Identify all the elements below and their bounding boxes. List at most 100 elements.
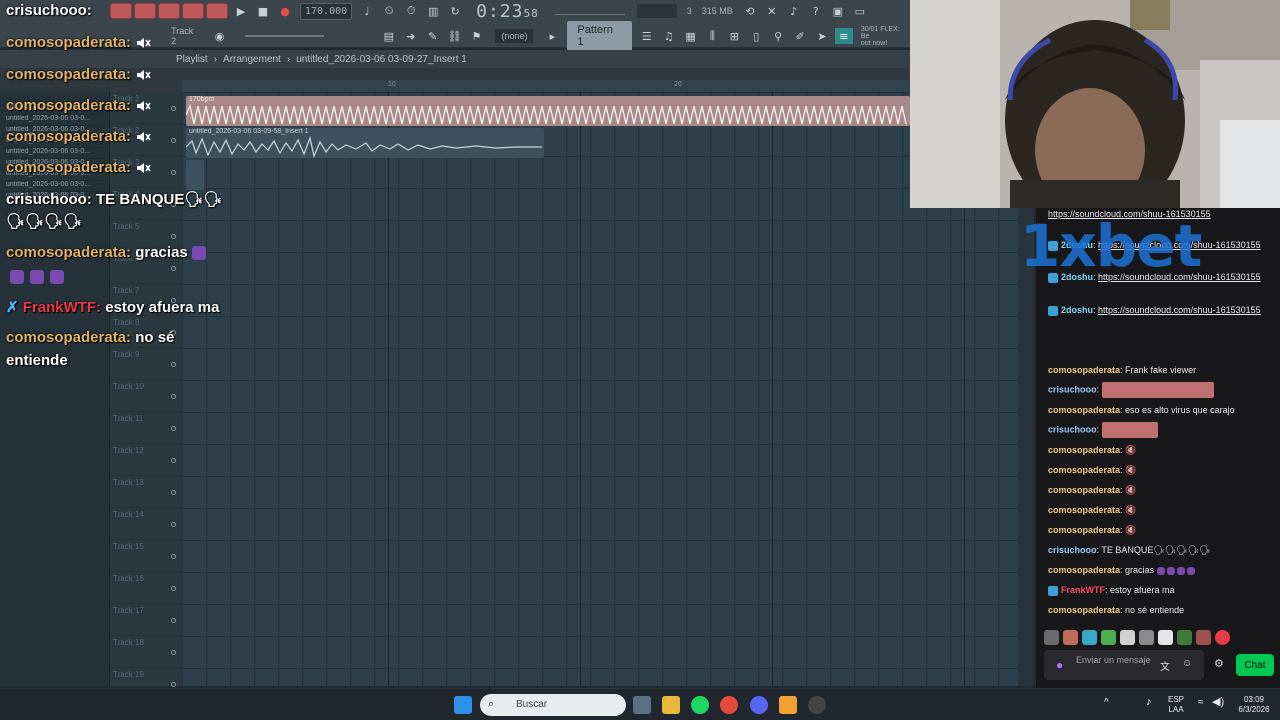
- mic-icon[interactable]: ●: [1056, 658, 1063, 672]
- track-mute-dot[interactable]: [171, 234, 176, 239]
- track-header[interactable]: Track 9: [110, 348, 182, 380]
- chat-link[interactable]: https://soundcloud.com/shuu-161530155: [1098, 305, 1261, 315]
- record-button[interactable]: ●: [276, 3, 294, 19]
- window-icon[interactable]: ▭: [851, 3, 869, 19]
- track-header[interactable]: Track 17: [110, 604, 182, 636]
- emote-image[interactable]: [1082, 630, 1097, 645]
- chat-username[interactable]: comosopaderata: [1048, 405, 1120, 415]
- pitch-slider[interactable]: [244, 35, 325, 37]
- tempo-field[interactable]: 170.000: [300, 2, 353, 20]
- track-mute-dot[interactable]: [171, 458, 176, 463]
- settings-app-icon[interactable]: [633, 696, 651, 714]
- chat-username[interactable]: 2doshu: [1061, 305, 1093, 315]
- spotify-icon[interactable]: [691, 696, 709, 714]
- undo-icon[interactable]: ⟲: [741, 3, 759, 19]
- snap-select[interactable]: (none): [495, 29, 534, 43]
- track-header[interactable]: Track 13: [110, 476, 182, 508]
- chat-username[interactable]: crisuchooo: [1048, 424, 1097, 434]
- track-mute-dot[interactable]: [171, 106, 176, 111]
- knob-icon[interactable]: ◉: [211, 28, 229, 44]
- obs-icon[interactable]: [808, 696, 826, 714]
- language-indicator[interactable]: ESP LAA: [1168, 695, 1184, 715]
- windows-start-icon[interactable]: [454, 696, 472, 714]
- piano-roll-icon[interactable]: ♫: [660, 28, 678, 44]
- stop-button[interactable]: ■: [254, 3, 272, 19]
- chat-username[interactable]: FrankWTF: [1061, 585, 1105, 595]
- mic-icon[interactable]: ♪: [785, 3, 803, 19]
- track-header[interactable]: Track 11: [110, 412, 182, 444]
- track-mute-dot[interactable]: [171, 138, 176, 143]
- playlist-icon[interactable]: ☰: [638, 28, 656, 44]
- wait-icon[interactable]: ⏲: [380, 3, 398, 19]
- stamp-icon[interactable]: ⚑: [468, 28, 486, 44]
- chrome-icon[interactable]: [720, 696, 738, 714]
- track-mute-dot[interactable]: [171, 586, 176, 591]
- emote-image[interactable]: [1101, 630, 1116, 645]
- mic-tray-icon[interactable]: ♪: [1146, 697, 1152, 708]
- track-mute-dot[interactable]: [171, 266, 176, 271]
- emote-image[interactable]: [1120, 630, 1135, 645]
- step-edit-icon[interactable]: ▥: [424, 3, 442, 19]
- chat-username[interactable]: crisuchooo: [1048, 384, 1097, 394]
- track-mute-dot[interactable]: [171, 426, 176, 431]
- chat-username[interactable]: comosopaderata: [1048, 565, 1120, 575]
- wifi-icon[interactable]: ≈: [1198, 698, 1204, 708]
- emote-image[interactable]: [1196, 630, 1211, 645]
- pencil-icon[interactable]: ✎: [424, 28, 442, 44]
- chat-username[interactable]: comosopaderata: [1048, 445, 1120, 455]
- chat-username[interactable]: comosopaderata: [1048, 485, 1120, 495]
- track-mute-dot[interactable]: [171, 170, 176, 175]
- chat-username[interactable]: crisuchooo: [1048, 545, 1097, 555]
- fl-studio-icon[interactable]: [779, 696, 797, 714]
- piano-icon[interactable]: ▤: [380, 28, 398, 44]
- emote-image[interactable]: [1215, 630, 1230, 645]
- audio-clip-top[interactable]: 170bpm: [186, 96, 910, 126]
- picker-item[interactable]: untitled_2026-03-05 03-0...: [6, 115, 103, 126]
- loop-record-icon[interactable]: ↻: [446, 3, 464, 19]
- track-mute-dot[interactable]: [171, 362, 176, 367]
- emoji-icon[interactable]: ☺: [1182, 658, 1192, 669]
- emote-image[interactable]: [1139, 630, 1154, 645]
- arrow-icon[interactable]: ➜: [402, 28, 420, 44]
- tools-icon[interactable]: ✕: [763, 3, 781, 19]
- arrangement-label[interactable]: Arrangement: [223, 54, 281, 65]
- emote-image[interactable]: [1177, 630, 1192, 645]
- browser-icon[interactable]: ⊞: [725, 28, 743, 44]
- track-header[interactable]: Track 12: [110, 444, 182, 476]
- volume-icon[interactable]: ◀): [1212, 697, 1224, 708]
- chevron-up-icon[interactable]: ^: [1104, 698, 1109, 708]
- help-icon[interactable]: ?: [807, 3, 825, 19]
- timeline-ruler[interactable]: 10 20: [182, 80, 910, 92]
- flex-icon[interactable]: ≡: [834, 28, 853, 44]
- track-mute-dot[interactable]: [171, 618, 176, 623]
- chat-username[interactable]: comosopaderata: [1048, 605, 1120, 615]
- mixer-icon[interactable]: ⫼: [703, 28, 721, 44]
- master-volume-slider[interactable]: [554, 7, 625, 15]
- chat-username[interactable]: comosopaderata: [1048, 505, 1120, 515]
- chat-username[interactable]: comosopaderata: [1048, 525, 1120, 535]
- track-header[interactable]: Track 15: [110, 540, 182, 572]
- news-panel[interactable]: 30/01 FLEX: Be out now!: [861, 26, 910, 47]
- link-icon[interactable]: ⛓: [446, 28, 464, 44]
- track-header[interactable]: Track 14: [110, 508, 182, 540]
- play-button[interactable]: ▶: [232, 3, 250, 19]
- track-mute-dot[interactable]: [171, 522, 176, 527]
- send-icon[interactable]: ➤: [813, 28, 831, 44]
- emote-image[interactable]: [1158, 630, 1173, 645]
- chat-username[interactable]: comosopaderata: [1048, 365, 1120, 375]
- audio-clip-small[interactable]: [186, 160, 204, 190]
- countdown-icon[interactable]: ⏱: [402, 3, 420, 19]
- pattern-selector[interactable]: Pattern 1: [567, 21, 632, 51]
- track-mute-dot[interactable]: [171, 682, 176, 687]
- pattern-arrow-icon[interactable]: ▸: [543, 28, 561, 44]
- plugin-icon[interactable]: ▯: [747, 28, 765, 44]
- chat-message-input[interactable]: Enviar un mensaje: [1044, 650, 1204, 680]
- track-mute-dot[interactable]: [171, 490, 176, 495]
- playlist-grid[interactable]: [182, 92, 1018, 686]
- translate-icon[interactable]: 文: [1160, 658, 1170, 673]
- channel-rack-icon[interactable]: ▦: [682, 28, 700, 44]
- taskbar-search[interactable]: Buscar: [480, 694, 626, 716]
- track-mute-dot[interactable]: [171, 394, 176, 399]
- metronome-icon[interactable]: ♩: [358, 3, 376, 19]
- brush-icon[interactable]: ✐: [791, 28, 809, 44]
